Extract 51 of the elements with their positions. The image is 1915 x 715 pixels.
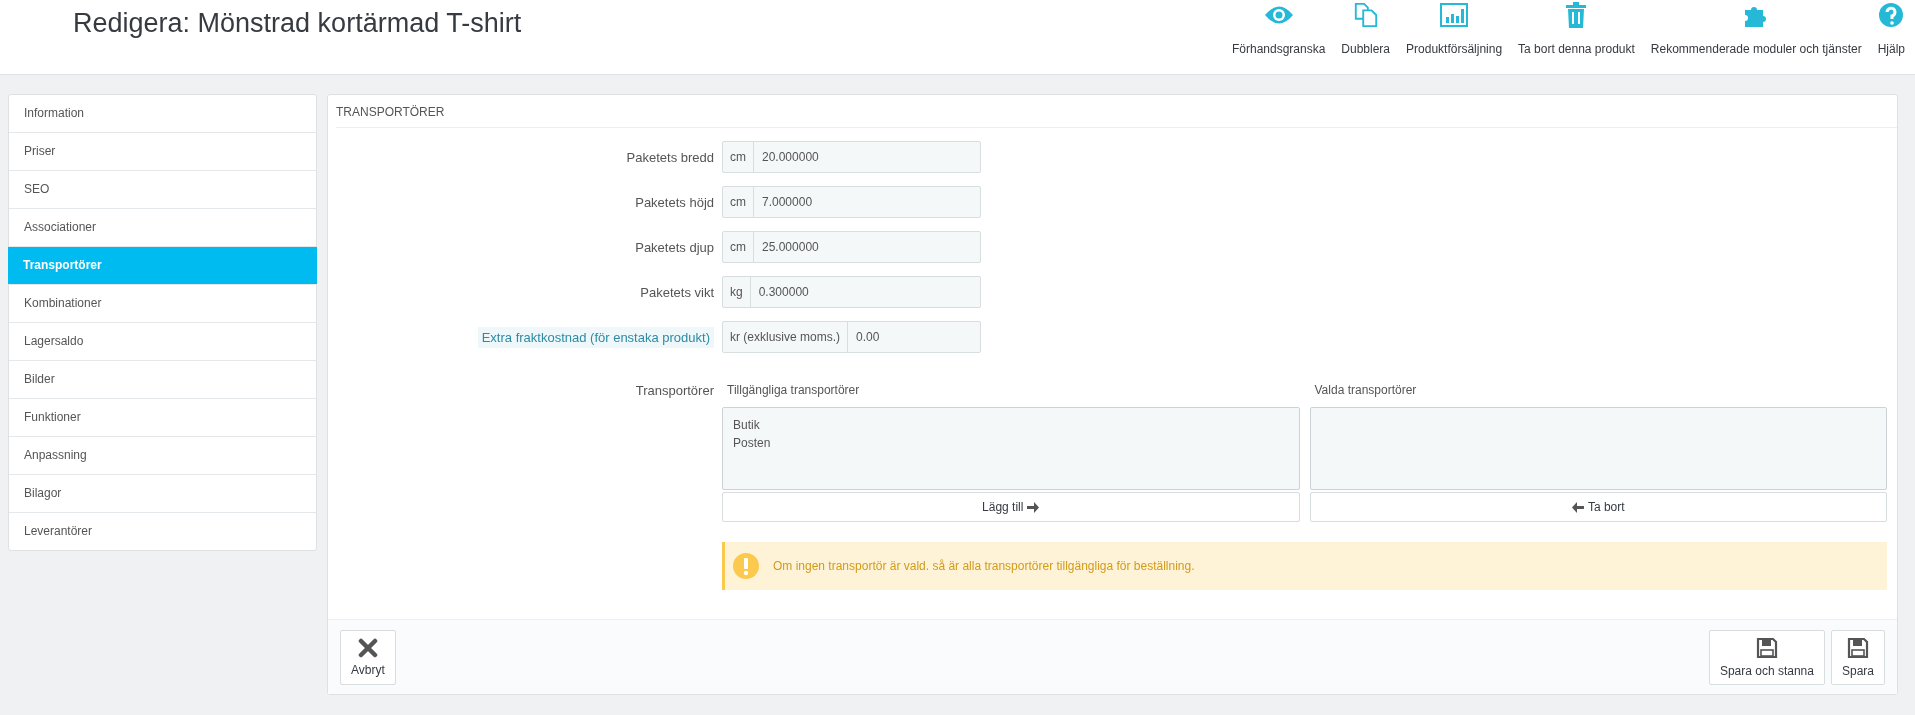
- hint-label[interactable]: Extra fraktkostnad (för enstaka produkt): [477, 326, 714, 348]
- unit-addon: cm: [723, 187, 754, 217]
- list-title: Tillgängliga transportörer: [727, 383, 861, 397]
- unit-addon: cm: [723, 142, 754, 172]
- sidebar-tab[interactable]: Information: [9, 95, 316, 133]
- unit-addon: cm: [723, 232, 754, 262]
- input-field[interactable]: kr (exklusive moms.) 0.00: [722, 321, 981, 353]
- save-button[interactable]: Spara: [1830, 629, 1885, 685]
- toolbar-button[interactable]: Rekommenderade moduler och tjänster: [1650, 2, 1862, 56]
- page-title: Redigera: Mönstrad kortärmad T-shirt: [73, 8, 522, 39]
- sidebar-tab[interactable]: SEO: [9, 171, 316, 209]
- field-label: Paketets vikt: [640, 284, 714, 300]
- carrier-listbox[interactable]: [1309, 407, 1887, 490]
- input-field[interactable]: kg 0.300000: [722, 276, 981, 308]
- bar-chart-icon: [1440, 2, 1469, 28]
- toolbar-button[interactable]: Förhandsgranska: [1231, 2, 1326, 56]
- carrier-option[interactable]: Posten: [733, 434, 1289, 452]
- field-label: Paketets djup: [635, 239, 714, 255]
- list-title: Valda transportörer: [1314, 383, 1418, 397]
- field-label: Paketets höjd: [635, 194, 714, 210]
- sidebar-tab[interactable]: Bilder: [9, 361, 316, 399]
- toolbar-button[interactable]: Ta bort denna produkt: [1518, 2, 1635, 56]
- sidebar-tab[interactable]: Bilagor: [9, 475, 316, 513]
- sidebar-tab[interactable]: Funktioner: [9, 399, 316, 437]
- carrier-option[interactable]: Butik: [733, 416, 1289, 434]
- input-field[interactable]: cm 25.000000: [722, 231, 981, 263]
- remove-button[interactable]: Ta bort: [1309, 492, 1887, 522]
- arrow-left-icon: [1571, 501, 1584, 513]
- sidebar-tab[interactable]: Kombinationer: [9, 285, 316, 323]
- arrow-right-icon: [1027, 501, 1040, 513]
- warning-icon: [733, 553, 759, 579]
- cancel-button[interactable]: Avbryt: [340, 629, 396, 685]
- input-field[interactable]: cm 7.000000: [722, 186, 981, 218]
- panel-heading: TRANSPORTÖRER: [336, 95, 1897, 128]
- sidebar-tab[interactable]: Leverantörer: [9, 513, 316, 550]
- field-label: Paketets bredd: [626, 149, 714, 165]
- sidebar-tab[interactable]: Priser: [9, 133, 316, 171]
- field-label: Transportörer: [635, 383, 714, 398]
- save-button[interactable]: Spara och stanna: [1708, 629, 1825, 685]
- add-button[interactable]: Lägg till: [722, 492, 1300, 522]
- carrier-listbox[interactable]: Butik Posten: [722, 407, 1300, 490]
- toolbar-button[interactable]: Dubblera: [1341, 2, 1391, 56]
- input-field[interactable]: cm 20.000000: [722, 141, 981, 173]
- toolbar-button[interactable]: Hjälp: [1877, 2, 1905, 56]
- unit-addon: kg: [723, 277, 751, 307]
- sidebar-tab[interactable]: Lagersaldo: [9, 323, 316, 361]
- unit-addon: kr (exklusive moms.): [723, 322, 848, 352]
- close-icon: [357, 637, 378, 658]
- toolbar-button[interactable]: Produktförsäljning: [1406, 2, 1503, 56]
- warning-message: Om ingen transportör är vald. så är alla transportörer tillgängliga för beställning.: [773, 559, 1195, 573]
- sidebar-tab[interactable]: Anpassning: [9, 437, 316, 475]
